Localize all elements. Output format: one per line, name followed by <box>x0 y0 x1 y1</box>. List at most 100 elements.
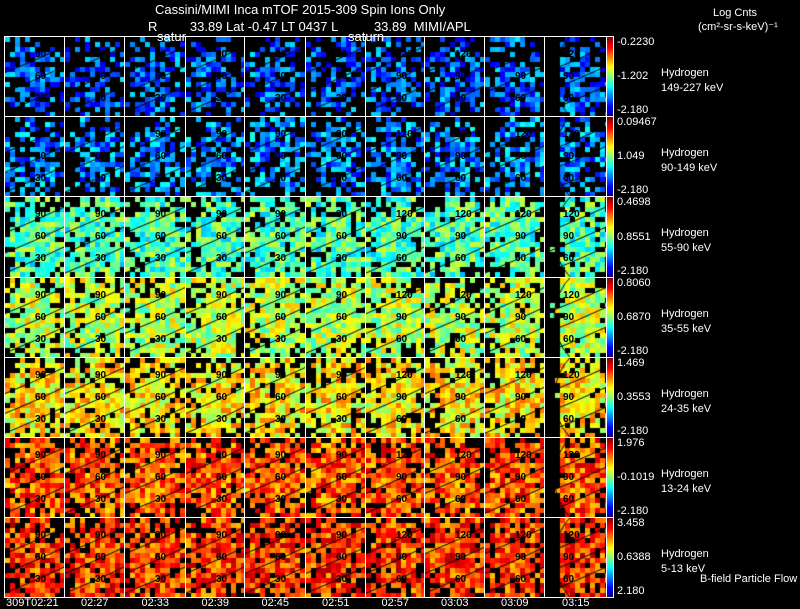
heatmap-panel: 90 60 30 <box>64 277 125 358</box>
contour-label: 120 <box>396 450 413 461</box>
contour-label: 90 <box>396 151 408 162</box>
contour-label: 30 <box>275 494 287 505</box>
time-tick-label: 02:57 <box>381 597 410 609</box>
contour-label: 60 <box>336 472 348 483</box>
contour-label: 60 <box>563 414 575 425</box>
contour-label: 90 <box>336 530 348 541</box>
colorbar-min-label: -2.180 <box>617 104 649 116</box>
colorbar-min-label: -2.180 <box>617 184 649 196</box>
contour-label: 60 <box>336 312 348 323</box>
contour-label: 90 <box>95 530 107 541</box>
contour-label: 30 <box>95 173 107 184</box>
heatmap-panel: 90 60 30 <box>244 357 306 438</box>
contour-label: 90 <box>95 370 107 381</box>
contour-label: 30 <box>35 334 47 345</box>
heatmap-panel: 90 60 30 <box>64 517 125 598</box>
contour-label: 90 <box>336 49 348 60</box>
time-tick-label: 02:45 <box>261 597 290 609</box>
contour-label: 90 <box>275 290 287 301</box>
contour-label: 60 <box>455 334 467 345</box>
colorbar-mid-label: 0.8551 <box>617 230 651 243</box>
contour-label: 90 <box>396 231 408 242</box>
heatmap-panel: 90 60 30 <box>124 277 186 358</box>
contour-label: 60 <box>35 392 47 403</box>
heatmap-panel: 120 90 60 <box>544 116 607 197</box>
species-label: Hydrogen <box>661 147 709 159</box>
heatmap-panel: 90 60 30 <box>4 116 65 197</box>
contour-label: 60 <box>155 71 167 82</box>
contour-label: 30 <box>155 173 167 184</box>
heatmap-panel: 120 90 60 <box>484 116 545 197</box>
heatmap-panel: 120 90 60 <box>424 357 485 438</box>
contour-label: 60 <box>275 71 287 82</box>
heatmap-panel: 90 60 30 <box>305 517 366 598</box>
heatmap-panel: 90 60 30 <box>244 196 306 278</box>
colorbar-max-label: 1.469 <box>617 357 645 369</box>
heatmap-panel: 90 60 30 <box>305 196 366 278</box>
colorbar-mid-label: 0.6388 <box>617 551 651 563</box>
contour-label: 60 <box>275 472 287 483</box>
energy-label: 5-13 keV <box>661 563 706 575</box>
contour-label: 60 <box>35 552 47 563</box>
species-label: Hydrogen <box>661 227 709 239</box>
contour-label: 120 <box>515 209 532 220</box>
colorbar-max-label: 0.4698 <box>617 196 651 208</box>
contour-label: 30 <box>216 334 228 345</box>
heatmap-panel: 120 90 60 <box>544 517 607 598</box>
contour-label: 60 <box>95 472 107 483</box>
heatmap-panel: 120 90 60 <box>544 196 607 278</box>
contour-label: 60 <box>216 231 228 242</box>
contour-label: 60 <box>216 552 228 563</box>
species-label: Hydrogen <box>661 388 709 400</box>
contour-label: 60 <box>396 173 408 184</box>
heatmap-panel: 90 60 30 <box>305 277 366 358</box>
contour-label: 90 <box>455 472 467 483</box>
contour-label: 90 <box>155 370 167 381</box>
heatmap-panel: 120 90 60 <box>424 116 485 197</box>
heatmap-panel: 120 90 60 <box>365 357 425 438</box>
contour-label: 90 <box>515 312 527 323</box>
time-tick-label: 03:09 <box>501 597 529 609</box>
contour-label: 60 <box>155 312 167 323</box>
heatmap-panel: 90 60 30 <box>185 36 245 117</box>
heatmap-panel: 90 60 30 <box>244 437 306 518</box>
contour-label: 60 <box>35 312 47 323</box>
contour-label: 30 <box>95 574 107 585</box>
contour-label: 120 <box>455 129 472 140</box>
contour-label: 30 <box>275 414 287 425</box>
contour-label: 30 <box>155 574 167 585</box>
contour-label: 90 <box>155 290 167 301</box>
heatmap-panel: 90 60 30 <box>4 277 65 358</box>
contour-label: 30 <box>336 334 348 345</box>
contour-label: 90 <box>515 392 527 403</box>
colorbar-max-label: -0.2230 <box>617 36 655 48</box>
colorbar-mid-label: 0.3553 <box>617 391 651 403</box>
heatmap-panel: 90 60 30 <box>185 437 245 518</box>
contour-label: 30 <box>216 414 228 425</box>
contour-label: 90 <box>35 530 47 541</box>
contour-label: 90 <box>563 231 575 242</box>
contour-label: 60 <box>515 253 527 264</box>
heatmap-panel: 120 90 60 <box>484 357 545 438</box>
heatmap-panel: 120 90 60 <box>484 517 545 598</box>
heatmap-panel: 120 90 60 <box>365 437 425 518</box>
contour-label: 60 <box>95 392 107 403</box>
colorbar-mid-label: 0.6870 <box>617 311 651 323</box>
panel-image <box>366 117 424 196</box>
time-tick-label: 02:27 <box>81 597 109 609</box>
contour-label: 30 <box>336 253 348 264</box>
heatmap-panel: 120 90 60 <box>365 116 425 197</box>
heatmap-panel: 90 60 30 <box>4 36 65 117</box>
contour-label: 60 <box>515 574 527 585</box>
contour-label: 30 <box>95 494 107 505</box>
contour-label: 30 <box>95 334 107 345</box>
contour-label: 90 <box>35 450 47 461</box>
contour-label: 90 <box>563 151 575 162</box>
contour-label: 30 <box>35 574 47 585</box>
contour-label: 90 <box>396 312 408 323</box>
contour-label: 60 <box>396 93 408 104</box>
contour-label: 90 <box>216 530 228 541</box>
contour-label: 60 <box>396 253 408 264</box>
contour-label: 60 <box>563 253 575 264</box>
heatmap-panel: 120 90 60 <box>365 277 425 358</box>
